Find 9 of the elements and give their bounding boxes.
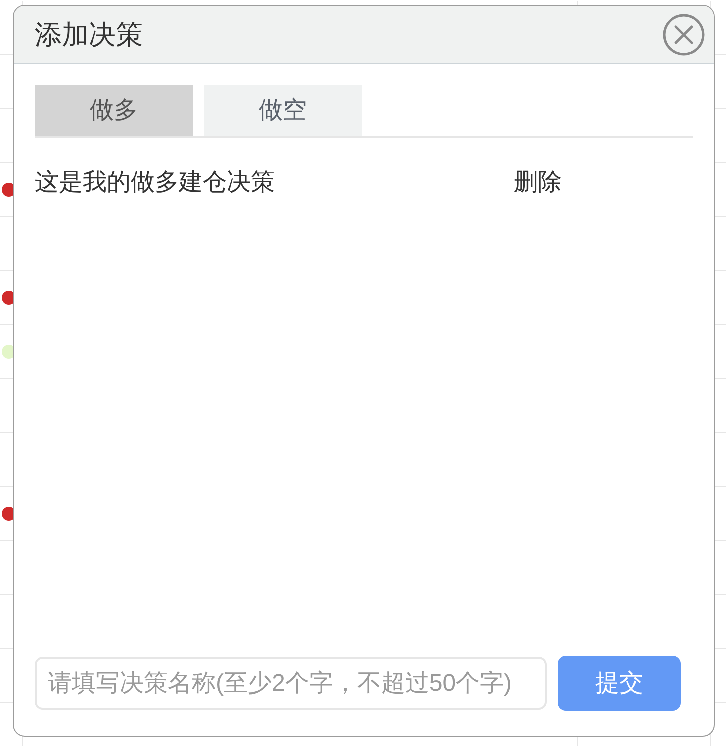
close-button[interactable] <box>663 14 705 56</box>
submit-button[interactable]: 提交 <box>558 656 681 711</box>
tab[interactable]: 做多 <box>35 85 193 136</box>
close-icon <box>663 14 705 56</box>
decision-name: 这是我的做多建仓决策 <box>35 168 276 198</box>
delete-button[interactable]: 删除 <box>514 168 562 198</box>
dialog-title: 添加决策 <box>35 18 143 52</box>
tab[interactable]: 做空 <box>204 85 362 136</box>
decision-name-field[interactable]: 请填写决策名称(至少2个字，不超过50个字) <box>35 657 547 710</box>
